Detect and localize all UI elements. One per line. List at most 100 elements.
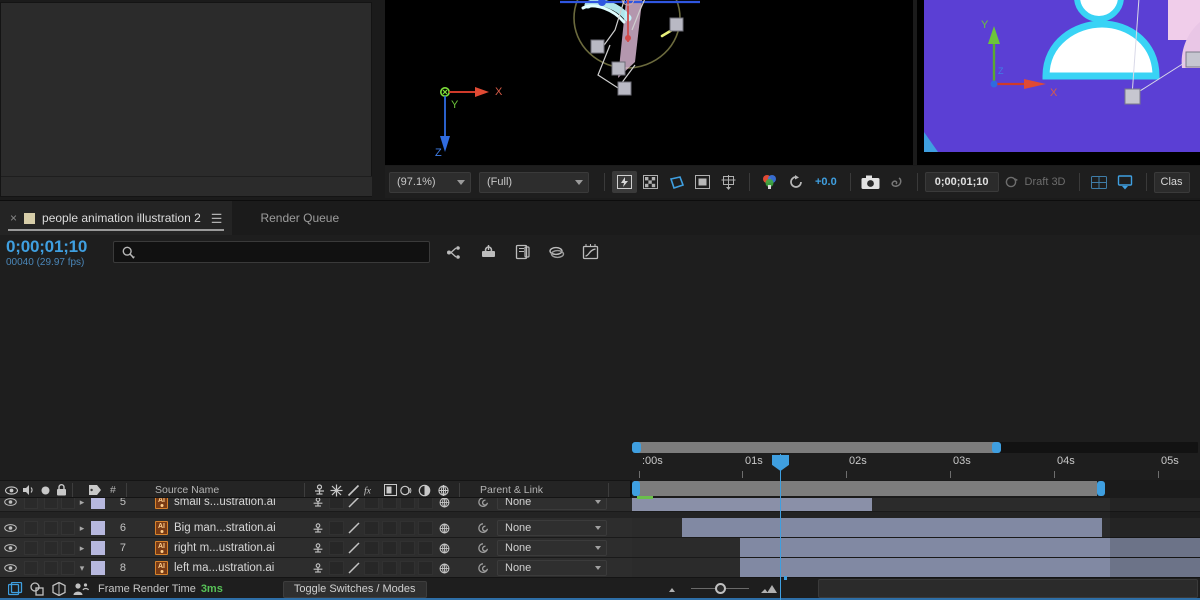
solo-toggle-cell[interactable] xyxy=(44,541,58,555)
nav-handle-right[interactable] xyxy=(992,442,1001,453)
timeline-scrollbar[interactable] xyxy=(818,579,1198,598)
layer-duration-bar[interactable] xyxy=(740,558,1200,577)
fx-switch-cell[interactable] xyxy=(364,561,379,575)
lock-icon[interactable] xyxy=(54,483,68,497)
solo-toggle-cell[interactable] xyxy=(44,561,58,575)
take-snapshot-button[interactable] xyxy=(858,171,883,193)
video-eye-icon[interactable] xyxy=(3,558,17,578)
frame-blend-icon[interactable] xyxy=(383,483,397,497)
refresh-preview-button[interactable] xyxy=(783,171,808,193)
shy-switch[interactable] xyxy=(310,518,326,538)
motion-blur-switch-cell[interactable] xyxy=(400,498,415,509)
solo-toggle-cell[interactable] xyxy=(44,498,58,509)
timeline-layer-row[interactable] xyxy=(632,558,1200,578)
comp-marker[interactable] xyxy=(637,496,653,499)
region-of-interest-button[interactable] xyxy=(690,171,715,193)
collapse-switch-cell[interactable] xyxy=(329,541,344,555)
solo-toggle-cell[interactable] xyxy=(44,521,58,535)
timeline-layer-row[interactable] xyxy=(632,518,1200,538)
frame-blend-switch-cell[interactable] xyxy=(382,541,397,555)
layer-source-name[interactable]: small s...ustration.ai xyxy=(174,498,276,512)
audio-speaker-icon[interactable] xyxy=(21,483,35,497)
transparency-grid-button[interactable] xyxy=(638,171,663,193)
video-eye-icon[interactable] xyxy=(3,518,17,538)
parent-link-select[interactable]: None xyxy=(497,498,607,510)
graph-editor-icon[interactable] xyxy=(580,242,600,262)
table-row[interactable]: ▸6AIBig man...stration.aiNone xyxy=(0,518,632,538)
zoom-slider-knob[interactable] xyxy=(715,583,726,594)
parent-pickwhip[interactable] xyxy=(476,538,492,558)
label-tag-icon[interactable] xyxy=(88,483,102,497)
collapse-transformations-icon[interactable] xyxy=(329,483,343,497)
resolution-select[interactable]: (Full) xyxy=(479,172,589,193)
layer-color-swatch[interactable] xyxy=(91,541,105,555)
quality-switch[interactable] xyxy=(346,518,362,538)
nav-handle-left[interactable] xyxy=(632,442,641,453)
parent-link-select[interactable]: None xyxy=(497,560,607,576)
draft-3d-toggle[interactable]: Draft 3D xyxy=(1005,175,1066,189)
adjustment-switch-cell[interactable] xyxy=(418,521,433,535)
layer-source-name[interactable]: left ma...ustration.ai xyxy=(174,558,274,578)
layer-source-name[interactable]: right m...ustration.ai xyxy=(174,538,275,558)
fx-switch-cell[interactable] xyxy=(364,541,379,555)
video-eye-icon[interactable] xyxy=(3,498,17,512)
layer-duration-bar[interactable] xyxy=(740,538,1200,557)
tab-people-animation-illustration-2[interactable]: × people animation illustration 2 ☰ xyxy=(0,201,232,235)
3d-ground-plane-button[interactable] xyxy=(1113,171,1138,193)
close-icon[interactable]: × xyxy=(10,212,17,224)
panel-divider[interactable] xyxy=(372,0,385,198)
layer-color-swatch[interactable] xyxy=(91,561,105,575)
fx-switch-cell[interactable] xyxy=(364,498,379,509)
current-timecode[interactable]: 0;00;01;10 xyxy=(6,237,87,257)
shy-switch[interactable] xyxy=(310,498,326,512)
proportional-grid-button[interactable] xyxy=(716,171,741,193)
solo-icon[interactable] xyxy=(38,483,52,497)
work-area-start-handle[interactable] xyxy=(632,481,640,496)
audio-toggle-cell[interactable] xyxy=(24,561,38,575)
parent-pickwhip[interactable] xyxy=(476,498,492,512)
layer-duration-bar[interactable] xyxy=(682,518,1102,537)
layer-twirl-arrow[interactable]: ▾ xyxy=(76,558,88,578)
motion-blur-switch-cell[interactable] xyxy=(400,561,415,575)
render-queue-icon[interactable] xyxy=(4,580,26,598)
3d-layer-switch[interactable] xyxy=(436,518,452,538)
frame-blending-icon[interactable] xyxy=(546,242,566,262)
composition-viewer-main[interactable]: X Y Z xyxy=(385,0,913,165)
renderer-select[interactable]: Clas xyxy=(1154,172,1190,193)
layer-twirl-arrow[interactable]: ▸ xyxy=(76,518,88,538)
table-row[interactable]: ▸7AIright m...ustration.aiNone xyxy=(0,538,632,558)
color-management-button[interactable] xyxy=(757,171,782,193)
video-eye-icon[interactable] xyxy=(3,538,17,558)
3d-layer-icon[interactable] xyxy=(436,483,450,497)
3d-layer-switch[interactable] xyxy=(436,498,452,512)
hide-shy-layers-icon[interactable] xyxy=(512,242,532,262)
adjustment-switch-cell[interactable] xyxy=(418,541,433,555)
adjustment-layer-icon[interactable] xyxy=(417,483,431,497)
parent-pickwhip[interactable] xyxy=(476,558,492,578)
exposure-value[interactable]: +0.0 xyxy=(815,176,837,188)
collapse-switch-cell[interactable] xyxy=(329,561,344,575)
quality-switch[interactable] xyxy=(346,558,362,578)
layer-twirl-arrow[interactable]: ▸ xyxy=(76,538,88,558)
effects-fx-icon[interactable]: fx xyxy=(364,483,378,497)
adjustment-switch-cell[interactable] xyxy=(418,498,433,509)
layer-color-swatch[interactable] xyxy=(91,498,105,509)
lock-toggle-cell[interactable] xyxy=(61,561,75,575)
fast-previews-button[interactable] xyxy=(612,171,637,193)
quality-icon[interactable] xyxy=(346,483,360,497)
search-field[interactable] xyxy=(113,241,430,263)
frame-blend-switch-cell[interactable] xyxy=(382,498,397,509)
layer-switches-icon[interactable] xyxy=(26,580,48,598)
3d-layer-switch[interactable] xyxy=(436,538,452,558)
lock-toggle-cell[interactable] xyxy=(61,541,75,555)
audio-toggle-cell[interactable] xyxy=(24,498,38,509)
layer-duration-bar[interactable] xyxy=(632,498,872,511)
search-input[interactable] xyxy=(135,246,405,258)
collapse-switch-cell[interactable] xyxy=(329,498,344,509)
timeline-nav-strip[interactable] xyxy=(632,440,1198,454)
timeline-layer-row[interactable] xyxy=(632,498,1200,512)
column-header-source-name[interactable]: Source Name xyxy=(155,484,219,496)
quality-switch[interactable] xyxy=(346,538,362,558)
parent-pickwhip[interactable] xyxy=(476,518,492,538)
composition-mini-flowchart-icon[interactable] xyxy=(444,242,464,262)
